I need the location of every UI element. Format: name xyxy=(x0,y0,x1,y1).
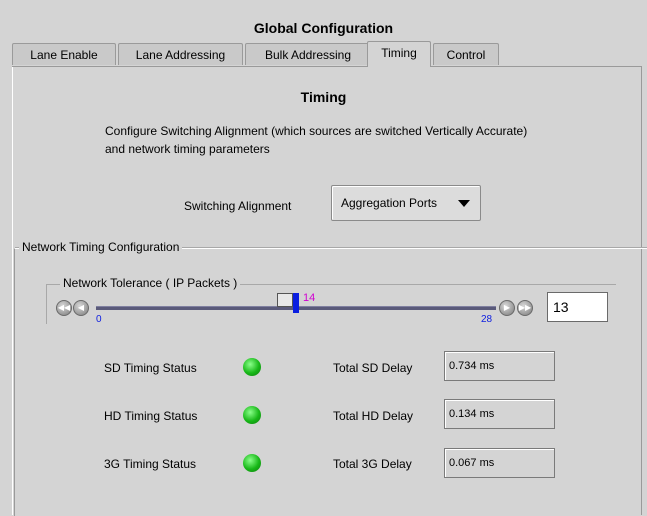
3g-timing-status-label: 3G Timing Status xyxy=(104,457,197,471)
tab-bulk-addressing[interactable]: Bulk Addressing xyxy=(245,43,371,65)
3g-delay-label: Total 3G Delay xyxy=(333,457,412,471)
hd-delay-label: Total HD Delay xyxy=(333,409,414,423)
network-timing-group-label: Network Timing Configuration xyxy=(19,240,183,254)
jump-to-end-button[interactable]: ▶▶ xyxy=(517,300,533,316)
step-back-icon: ◀ xyxy=(77,303,85,312)
step-forward-button[interactable]: ▶ xyxy=(499,300,515,316)
rewind-icon: ◀◀ xyxy=(57,303,71,312)
jump-to-start-button[interactable]: ◀◀ xyxy=(56,300,72,316)
hd-timing-status-label: HD Timing Status xyxy=(104,409,198,423)
step-forward-icon: ▶ xyxy=(503,303,511,312)
tab-lane-enable[interactable]: Lane Enable xyxy=(12,43,116,65)
tab-bar: Lane Enable Lane Addressing Bulk Address… xyxy=(12,41,642,67)
tab-timing[interactable]: Timing xyxy=(367,41,431,67)
fast-forward-icon: ▶▶ xyxy=(518,303,532,312)
sd-delay-label: Total SD Delay xyxy=(333,361,413,375)
tolerance-slider-min: 0 xyxy=(96,314,102,325)
3g-status-led-icon xyxy=(243,454,261,472)
sd-status-led-icon xyxy=(243,358,261,376)
tab-control[interactable]: Control xyxy=(433,43,499,65)
tolerance-value-field[interactable] xyxy=(547,292,608,322)
hd-status-led-icon xyxy=(243,406,261,424)
switching-alignment-label: Switching Alignment xyxy=(184,199,292,213)
chevron-down-icon xyxy=(458,200,470,207)
section-title: Timing xyxy=(300,89,347,105)
slider-marker-icon xyxy=(277,293,293,307)
switching-alignment-dropdown[interactable]: Aggregation Ports xyxy=(331,185,481,221)
step-back-button[interactable]: ◀ xyxy=(73,300,89,316)
sd-delay-value: 0.734 ms xyxy=(444,351,555,381)
switching-alignment-value: Aggregation Ports xyxy=(341,196,438,210)
network-tolerance-label: Network Tolerance ( IP Packets ) xyxy=(60,276,241,290)
3g-delay-value: 0.067 ms xyxy=(444,448,555,478)
window-title: Global Configuration xyxy=(253,20,394,36)
tolerance-slider-thumb[interactable] xyxy=(293,293,299,313)
tab-lane-addressing[interactable]: Lane Addressing xyxy=(118,43,243,65)
sd-timing-status-label: SD Timing Status xyxy=(104,361,197,375)
tolerance-slider-max: 28 xyxy=(481,314,493,325)
timing-description: Configure Switching Alignment (which sou… xyxy=(105,124,528,156)
tolerance-slider-value: 14 xyxy=(303,292,316,304)
hd-delay-value: 0.134 ms xyxy=(444,399,555,429)
